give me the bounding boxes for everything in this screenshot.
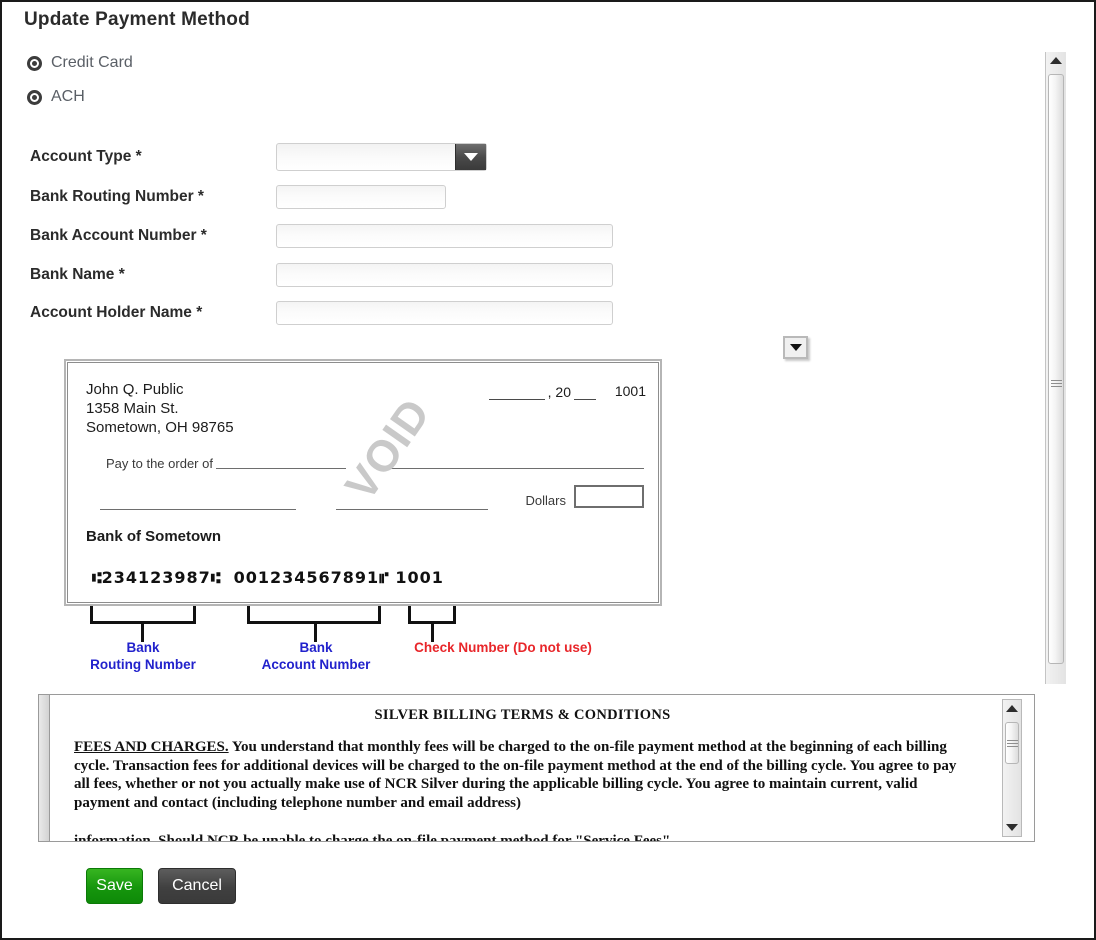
check-amount-box — [574, 485, 644, 508]
label-bank-routing-number: Bank Routing Number * — [30, 188, 204, 205]
label-bank-name: Bank Name * — [30, 266, 125, 283]
arrow-up-icon — [1006, 705, 1018, 712]
radio-ach[interactable]: ACH — [27, 88, 85, 106]
annotation-account-line1: Bank — [299, 640, 333, 655]
annotation-routing-line1: Bank — [126, 640, 160, 655]
check-payer-address: John Q. Public 1358 Main St. Sometown, OH … — [86, 380, 234, 437]
amount-words-rule-left — [100, 509, 296, 510]
date-blank-left — [488, 388, 545, 400]
account-type-select[interactable] — [276, 143, 487, 171]
annotation-routing-line2: Routing Number — [90, 657, 196, 672]
main-scroll-up-button[interactable] — [1046, 52, 1066, 69]
check-number-top: 1001 — [614, 383, 646, 399]
field-row-bank-routing-number: Bank Routing Number * — [30, 184, 446, 210]
arrow-up-icon — [1050, 57, 1062, 64]
micr-account-number: 001234567891 — [233, 568, 380, 587]
label-account-holder-name: Account Holder Name * — [30, 304, 203, 321]
terms-scroll-down-button[interactable] — [1003, 819, 1021, 836]
field-row-account-holder-name: Account Holder Name * — [30, 300, 613, 326]
sample-check-image: John Q. Public 1358 Main St. Sometown, OH … — [64, 359, 662, 606]
label-bank-account-number: Bank Account Number * — [30, 227, 207, 244]
check-dollars-label: Dollars — [525, 493, 566, 508]
save-button[interactable]: Save — [86, 868, 143, 904]
radio-icon-credit-card[interactable] — [27, 55, 42, 71]
arrow-down-icon — [1006, 824, 1018, 831]
micr-symbol-left: ⑆ — [92, 568, 102, 587]
terms-scroll-up-button[interactable] — [1003, 700, 1021, 717]
cancel-button[interactable]: Cancel — [158, 868, 236, 904]
grip-icon — [1006, 738, 1018, 749]
terms-clipped-line: information. Should NCR be unable to cha… — [50, 832, 995, 841]
void-watermark: VOID — [336, 389, 441, 510]
terms-gutter — [39, 695, 50, 841]
micr-check-number: 1001 — [395, 568, 444, 587]
label-account-type: Account Type * — [30, 148, 142, 165]
account-holder-name-input[interactable] — [276, 301, 613, 325]
update-payment-method-page: Update Payment Method Credit Card ACH Ac… — [0, 0, 1096, 940]
amount-words-rule-right — [336, 509, 488, 510]
check-payer-name: John Q. Public — [86, 381, 184, 398]
check-payer-street: 1358 Main St. — [86, 400, 179, 417]
annotation-check-line1: Check Number (Do not use) — [414, 640, 592, 655]
grip-icon — [1050, 378, 1062, 389]
check-date-line: , 20 — [488, 384, 596, 400]
pay-to-rule-right — [390, 468, 644, 469]
annotation-check-number: Check Number (Do not use) — [387, 639, 619, 656]
main-scrollbar[interactable] — [1045, 52, 1066, 684]
annotation-bank-routing-number: Bank Routing Number — [72, 639, 214, 673]
annotation-bank-account-number: Bank Account Number — [242, 639, 390, 673]
terms-lead: FEES AND CHARGES. — [74, 739, 229, 755]
terms-title: SILVER BILLING TERMS & CONDITIONS — [374, 707, 671, 723]
bracket-check-number — [408, 606, 456, 624]
check-bank-name: Bank of Sometown — [86, 528, 222, 545]
check-payer-city: Sometown, OH 98765 — [86, 419, 234, 436]
radio-label-credit-card: Credit Card — [51, 54, 133, 71]
radio-credit-card[interactable]: Credit Card — [27, 54, 133, 72]
micr-symbol-left-2: ⑆ — [210, 568, 221, 587]
annotation-account-line2: Account Number — [261, 657, 371, 672]
main-scrollbar-thumb[interactable] — [1048, 74, 1064, 664]
micr-symbol-right: ⑈ — [379, 568, 389, 587]
pay-to-rule-left — [216, 468, 346, 469]
bank-account-number-input[interactable] — [276, 224, 613, 248]
check-micr-line: ⑆234123987⑆ 001234567891⑈ 1001 — [92, 568, 444, 587]
date-blank-right — [574, 388, 596, 400]
terms-scrollbar-thumb[interactable] — [1005, 722, 1019, 764]
check-date-prefix: , 20 — [547, 384, 571, 400]
radio-icon-ach[interactable] — [27, 89, 42, 105]
terms-and-conditions-panel: SILVER BILLING TERMS & CONDITIONS FEES A… — [38, 694, 1035, 842]
bank-name-input[interactable] — [276, 263, 613, 287]
check-pay-to-label: Pay to the order of — [106, 456, 213, 471]
triangle-down-icon — [789, 344, 802, 351]
field-row-account-type: Account Type * — [30, 143, 487, 171]
field-row-bank-name: Bank Name * — [30, 262, 613, 288]
terms-scrollbar[interactable] — [1002, 699, 1022, 837]
micr-routing-number: 234123987 — [101, 568, 211, 587]
chevron-down-icon[interactable] — [455, 144, 486, 170]
field-row-bank-account-number: Bank Account Number * — [30, 223, 613, 249]
terms-document: SILVER BILLING TERMS & CONDITIONS FEES A… — [50, 695, 995, 841]
bracket-routing — [90, 606, 196, 624]
page-title: Update Payment Method — [24, 9, 250, 30]
floating-dropdown-button[interactable] — [783, 336, 808, 359]
bracket-account — [247, 606, 381, 624]
radio-label-ach: ACH — [51, 88, 85, 105]
check-face: John Q. Public 1358 Main St. Sometown, OH … — [67, 362, 659, 603]
terms-body: FEES AND CHARGES. You understand that mo… — [74, 738, 971, 812]
bank-routing-number-input[interactable] — [276, 185, 446, 209]
